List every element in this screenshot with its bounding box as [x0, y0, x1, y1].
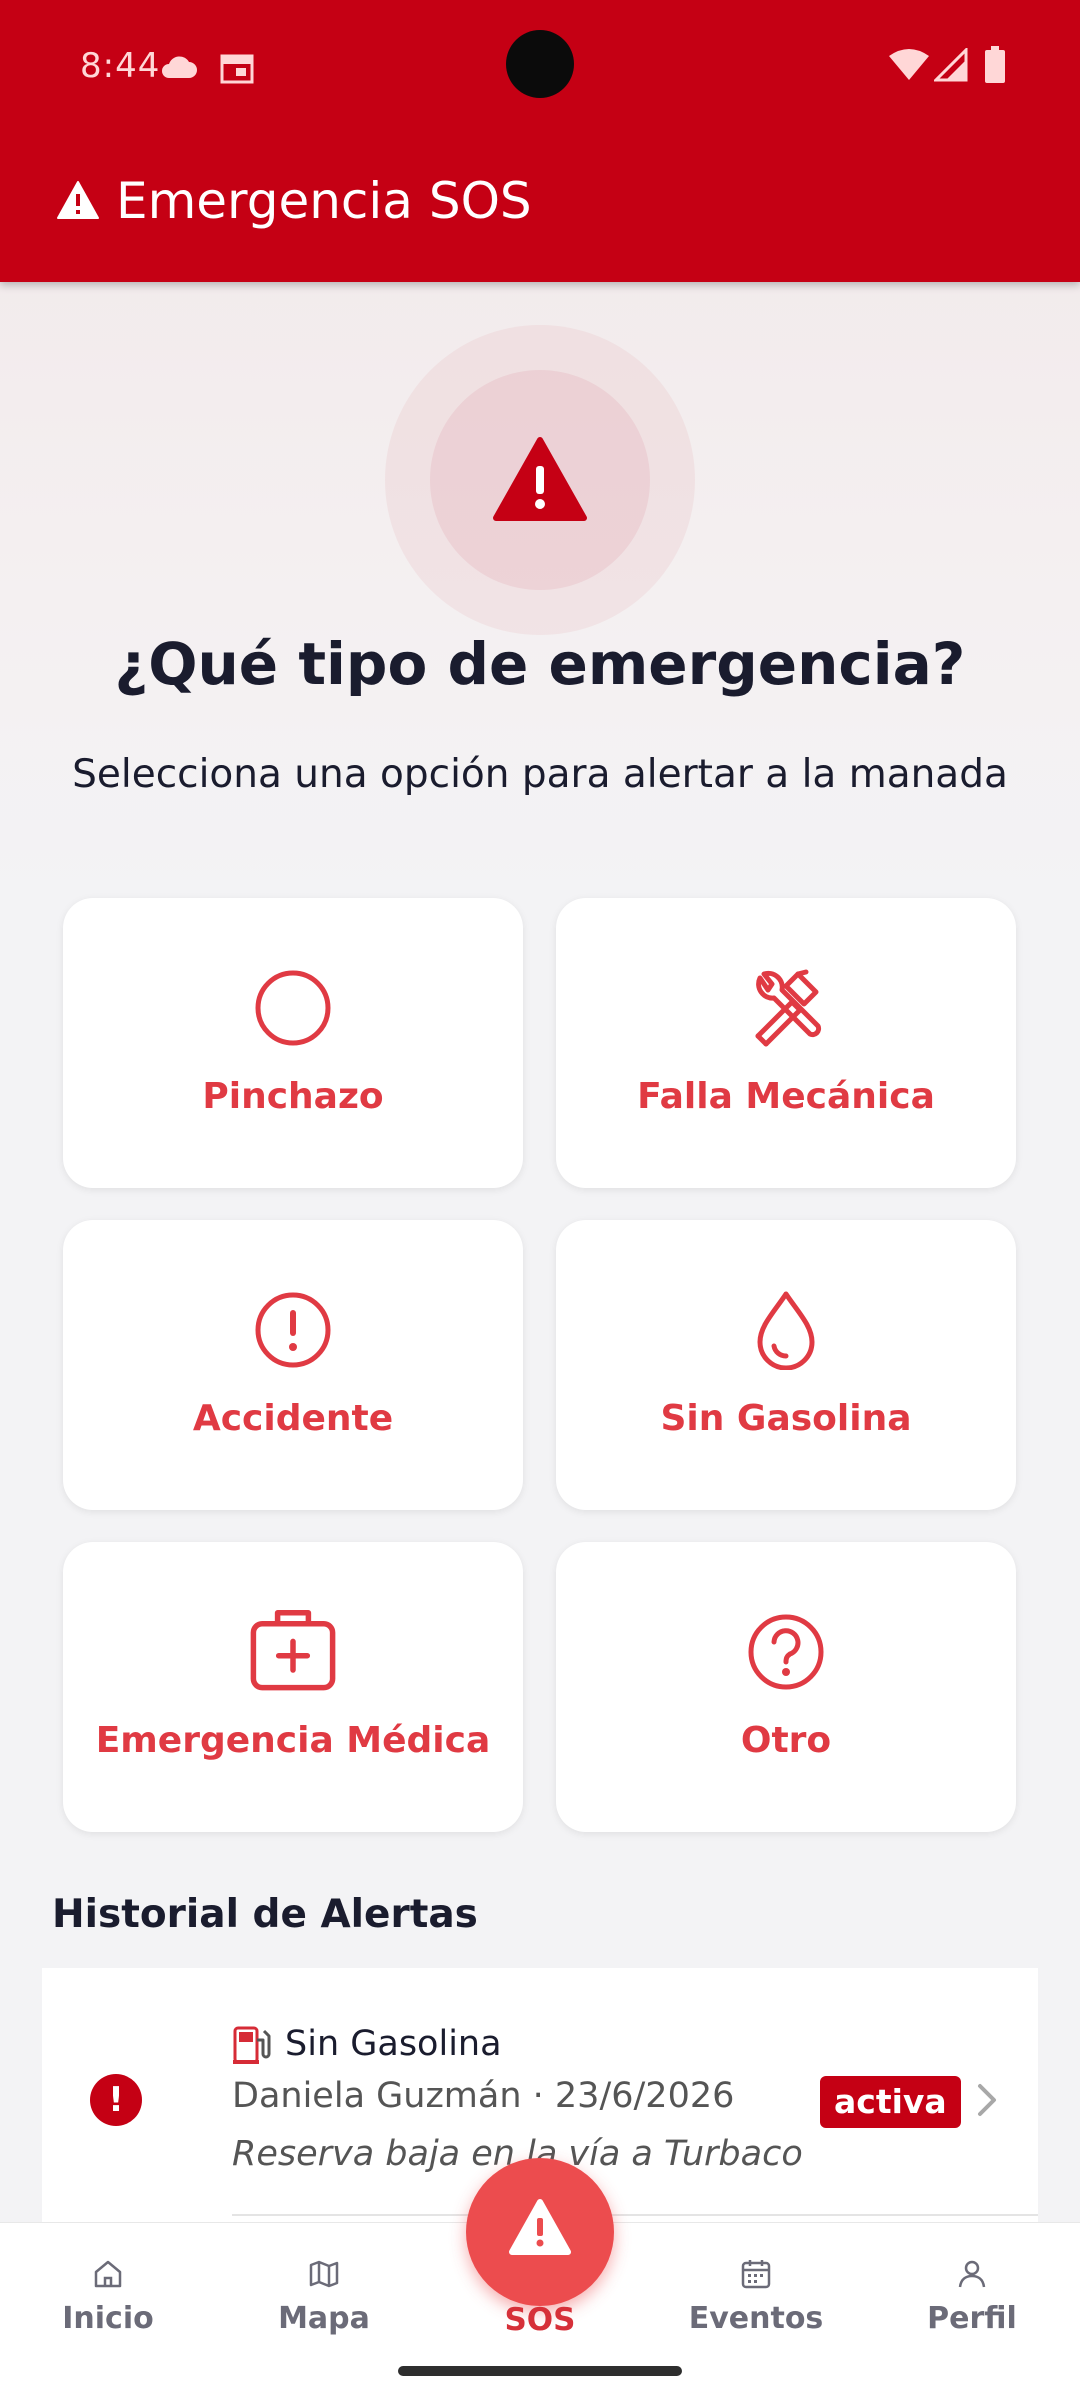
option-sin-gasolina[interactable]: Sin Gasolina — [556, 1220, 1016, 1510]
option-label: Sin Gasolina — [660, 1398, 912, 1439]
option-falla-mecanica[interactable]: Falla Mecánica — [556, 898, 1016, 1188]
tools-icon — [755, 969, 822, 1047]
option-emergencia-medica[interactable]: Emergencia Médica — [63, 1542, 523, 1832]
first-aid-kit-icon — [250, 1610, 336, 1691]
nav-label: Perfil — [927, 2301, 1017, 2336]
status-badge: activa — [820, 2076, 961, 2128]
camera-cutout — [506, 30, 574, 98]
option-label: Otro — [740, 1720, 832, 1761]
history-title: Historial de Alertas — [52, 1892, 478, 1937]
warning-icon — [509, 2199, 571, 2255]
battery-icon — [985, 46, 1005, 83]
alert-status-icon: ! — [90, 2074, 142, 2126]
warning-icon — [493, 437, 587, 521]
nav-label: Eventos — [688, 2301, 824, 2336]
option-accidente[interactable]: Accidente — [63, 1220, 523, 1510]
page-subtitle: Selecciona una opción para alertar a la … — [72, 752, 1008, 797]
nav-eventos[interactable]: Eventos — [656, 2223, 856, 2343]
droplet-icon — [757, 1291, 815, 1370]
nav-label-sos[interactable]: SOS — [440, 2302, 640, 2338]
help-circle-icon — [748, 1614, 824, 1690]
alert-circle-icon — [255, 1292, 331, 1368]
nav-label: Mapa — [278, 2301, 370, 2336]
alert-meta: Daniela Guzmán · 23/6/2026 — [232, 2076, 735, 2116]
option-label: Emergencia Médica — [95, 1720, 491, 1761]
home-indicator[interactable] — [398, 2366, 682, 2376]
map-icon — [309, 2260, 339, 2288]
calendar-icon — [741, 2260, 771, 2289]
home-icon — [94, 2260, 122, 2288]
status-time: 8:44 — [80, 46, 161, 86]
alert-type: Sin Gasolina — [285, 2024, 502, 2064]
divider — [232, 2214, 1038, 2216]
nav-inicio[interactable]: Inicio — [8, 2223, 208, 2343]
option-label: Accidente — [192, 1398, 394, 1439]
warning-icon — [57, 181, 99, 219]
nav-mapa[interactable]: Mapa — [224, 2223, 424, 2343]
option-label: Pinchazo — [202, 1076, 384, 1117]
option-otro[interactable]: Otro — [556, 1542, 1016, 1832]
option-label: Falla Mecánica — [637, 1076, 935, 1117]
nav-perfil[interactable]: Perfil — [872, 2223, 1072, 2343]
app-bar: 8:44 Emergencia SOS — [0, 0, 1080, 282]
cloud-icon — [162, 56, 197, 78]
signal-icon — [934, 48, 968, 82]
sos-button[interactable] — [466, 2158, 614, 2306]
chevron-right-icon — [978, 2084, 996, 2116]
circle-icon — [255, 970, 331, 1046]
page-title: ¿Qué tipo de emergencia? — [114, 630, 966, 698]
wifi-icon — [889, 49, 929, 80]
app-bar-title: Emergencia SOS — [116, 172, 532, 230]
option-pinchazo[interactable]: Pinchazo — [63, 898, 523, 1188]
nav-label: Inicio — [62, 2301, 154, 2336]
calendar-icon — [220, 54, 254, 84]
fuel-pump-icon — [232, 2024, 276, 2070]
user-icon — [958, 2260, 986, 2288]
